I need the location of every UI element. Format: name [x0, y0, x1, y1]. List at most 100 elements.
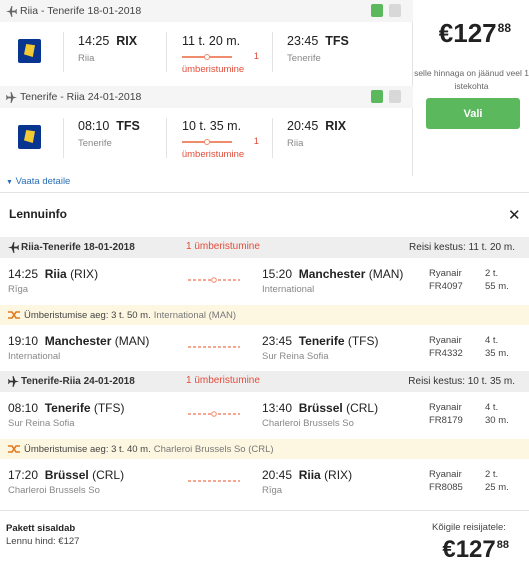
seg-dep-sub: Rīga — [8, 284, 29, 295]
section-stops: 1 ümberistumine — [186, 375, 260, 386]
seg-arr-name: Brüssel — [298, 401, 343, 415]
route-dash-icon — [188, 277, 240, 283]
dep-code: RIX — [116, 34, 138, 48]
seg-arr-time: 15:20 — [262, 267, 293, 281]
select-button[interactable]: Vali — [426, 98, 520, 129]
stops-count: 1 — [253, 136, 259, 147]
seg-dep-name: Riia — [44, 267, 67, 281]
footer-price-total: €12788 — [442, 536, 509, 564]
seg-arr-sub: Rīga — [262, 485, 283, 496]
dep-city: Tenerife — [78, 138, 112, 149]
dur-hours: 4 t. — [485, 335, 499, 346]
package-title: Pakett sisaldab — [6, 523, 76, 534]
seg-dep-name: Tenerife — [44, 401, 91, 415]
plane-icon — [6, 5, 17, 17]
stops-count: 1 — [253, 51, 259, 62]
seg-dep-time: 19:10 — [8, 334, 39, 348]
transfer-icon — [8, 445, 20, 453]
airline-name: Ryanair — [429, 268, 462, 279]
layover-text: Ümberistumise aeg: 3 t. 40 m. — [24, 443, 151, 455]
flight-number: FR8179 — [429, 415, 463, 426]
seg-dep-code: (CRL) — [92, 468, 125, 482]
segment-arr: 20:45 Riia (RIX) — [262, 468, 352, 482]
seg-dep-name: Manchester — [44, 334, 112, 348]
cabin-bag-icon — [371, 4, 383, 17]
divider — [63, 32, 64, 72]
flight-number: FR4332 — [429, 348, 463, 359]
itinerary-panel: Riia - Tenerife 18-01-2018 14:25 RIX Rii… — [0, 0, 413, 176]
segment-arr: 15:20 Manchester (MAN) — [262, 267, 403, 281]
seg-arr-code: (RIX) — [324, 468, 353, 482]
ryanair-logo-icon — [18, 125, 41, 149]
plane-icon — [8, 376, 19, 387]
arr-time: 20:45 — [287, 119, 319, 133]
divider — [63, 118, 64, 158]
dur-hours: 4 t. — [485, 402, 499, 413]
seg-arr-code: (MAN) — [368, 267, 404, 281]
currency: € — [442, 536, 456, 563]
outbound-header: Riia - Tenerife 18-01-2018 — [0, 0, 413, 22]
chevron-down-icon: ▼ — [6, 179, 13, 186]
flight-segment: 08:10 Tenerife (TFS) Sur Reina Sofia 13:… — [0, 393, 529, 435]
dep-city: Riia — [78, 53, 95, 64]
dur-hours: 2 t. — [485, 469, 499, 480]
seg-dep-sub: Charleroi Brussels So — [8, 485, 100, 496]
arr-code: RIX — [325, 119, 347, 133]
seg-dep-sub: Sur Reina Sofia — [8, 418, 75, 429]
flight-number: FR4097 — [429, 281, 463, 292]
seg-dep-time: 14:25 — [8, 267, 39, 281]
seg-arr-time: 13:40 — [262, 401, 293, 415]
transfer-icon — [8, 311, 20, 319]
seg-dep-code: (RIX) — [70, 267, 99, 281]
seg-dep-name: Brüssel — [44, 468, 89, 482]
seg-duration: 4 t. 35 m. — [485, 334, 509, 360]
seg-dep-code: (MAN) — [114, 334, 150, 348]
section-route: Tenerife-Riia 24-01-2018 — [8, 376, 135, 387]
dep-time: 08:10 — [78, 119, 110, 133]
layover-airport: International (MAN) — [153, 309, 237, 321]
section-duration: Reisi kestus: 11 t. 20 m. — [409, 242, 515, 253]
dep-time: 14:25 — [78, 34, 110, 48]
seg-airline: Ryanair FR8085 — [429, 468, 463, 494]
inbound-arr: 20:45 RIX — [287, 119, 346, 133]
checked-bag-icon — [389, 90, 401, 103]
dur-hours: 2 t. — [485, 268, 499, 279]
segment-arr: 13:40 Brüssel (CRL) — [262, 401, 378, 415]
segment-dep: 19:10 Manchester (MAN) — [8, 334, 149, 348]
airline-name: Ryanair — [429, 335, 462, 346]
layover-banner: Ümberistumise aeg: 3 t. 40 m. Charleroi … — [0, 439, 529, 459]
inbound-header-label: Tenerife - Riia 24-01-2018 — [20, 91, 142, 103]
all-travelers-label: Kõigile reisijatele: — [432, 522, 506, 533]
route-dash-icon — [188, 411, 240, 417]
layover-airport: Charleroi Brussels So (CRL) — [153, 443, 274, 455]
inbound-duration: 10 t. 35 m. — [182, 119, 242, 133]
divider — [0, 192, 529, 193]
details-link[interactable]: ▼ Vaata detaile — [6, 176, 70, 187]
checked-bag-icon — [389, 4, 401, 17]
dur-minutes: 25 m. — [485, 482, 509, 493]
price-cents: 88 — [497, 21, 511, 35]
segment-dep: 17:20 Brüssel (CRL) — [8, 468, 124, 482]
segment-dep: 08:10 Tenerife (TFS) — [8, 401, 125, 415]
seg-duration: 2 t. 25 m. — [485, 468, 509, 494]
route-dash-icon — [188, 480, 240, 482]
outbound-duration: 11 t. 20 m. — [182, 34, 241, 48]
arr-time: 23:45 — [287, 34, 319, 48]
seg-arr-sub: Charleroi Brussels So — [262, 418, 354, 429]
dur-minutes: 30 m. — [485, 415, 509, 426]
section-header-inbound: Tenerife-Riia 24-01-2018 1 ümberistumine… — [0, 371, 529, 392]
flight-segment: 19:10 Manchester (MAN) International 23:… — [0, 326, 529, 368]
seg-arr-time: 20:45 — [262, 468, 293, 482]
arr-code: TFS — [325, 34, 349, 48]
seg-dep-time: 17:20 — [8, 468, 39, 482]
price-main: 127 — [455, 536, 496, 563]
divider — [272, 118, 273, 158]
seg-airline: Ryanair FR4332 — [429, 334, 463, 360]
seg-airline: Ryanair FR8179 — [429, 401, 463, 427]
section-duration: Reisi kestus: 10 t. 35 m. — [408, 376, 515, 387]
stops-label: ümberistumine — [181, 64, 245, 75]
seg-dep-time: 08:10 — [8, 401, 39, 415]
close-icon[interactable]: ✕ — [508, 208, 521, 223]
price-total: €12788 — [439, 18, 511, 49]
outbound-leg: 14:25 RIX Riia 11 t. 20 m. 1 ümberistumi… — [0, 22, 413, 84]
